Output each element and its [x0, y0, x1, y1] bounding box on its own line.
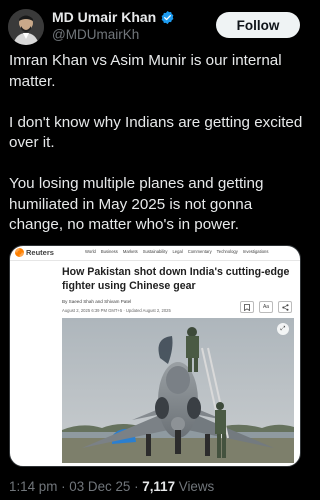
reuters-logo: Reuters: [15, 248, 54, 257]
tweet-post: MD Umair Khan @MDUmairKh Follow Imran Kh…: [0, 0, 310, 500]
tweet-paragraph: I don't know why Indians are getting exc…: [9, 113, 303, 152]
reuters-menu-item: World: [85, 249, 96, 254]
views-label: Views: [175, 479, 215, 494]
reuters-menu-item: Commentary: [187, 249, 212, 254]
bookmark-icon: [240, 301, 254, 313]
text-size-button: Aa: [259, 301, 273, 313]
tweet-paragraph: Imran Khan vs Asim Munir is our internal…: [9, 52, 282, 90]
meta-separator: ·: [57, 479, 70, 494]
reuters-menu-item: Legal: [172, 249, 183, 254]
reuters-menu-item: Sustainability: [142, 249, 168, 254]
article-photo: ⤢: [62, 318, 294, 463]
tweet-text: Imran Khan vs Asim Munir is our internal…: [9, 51, 305, 236]
post-date[interactable]: 03 Dec 25: [69, 479, 130, 494]
reuters-logo-icon: [15, 248, 24, 257]
reuters-menu: World Business Markets Sustainability Le…: [85, 249, 268, 254]
reuters-nav-bar: Reuters World Business Markets Sustainab…: [10, 246, 300, 261]
reuters-menu-item: Technology: [216, 249, 238, 254]
share-icon: [278, 301, 292, 313]
author-name-row[interactable]: MD Umair Khan: [52, 9, 175, 25]
post-meta: 1:14 pm · 03 Dec 25 · 7,117 Views: [9, 479, 214, 494]
expand-icon: ⤢: [277, 323, 289, 335]
author-handle[interactable]: @MDUmairKh: [52, 27, 139, 42]
article-actions: Aa: [240, 301, 292, 313]
tweet-paragraph: You losing multiple planes and getting h…: [9, 175, 264, 233]
reuters-menu-item: Markets: [122, 249, 138, 254]
meta-separator: ·: [130, 479, 143, 494]
article-dateline: August 2, 2025 6:39 PM GMT+5 · Updated A…: [62, 308, 171, 313]
follow-button[interactable]: Follow: [216, 12, 300, 38]
author-display-name[interactable]: MD Umair Khan: [52, 9, 156, 25]
views-count: 7,117: [142, 479, 176, 494]
reuters-logo-text: Reuters: [26, 248, 54, 257]
avatar[interactable]: [8, 9, 44, 45]
article-headline: How Pakistan shot down India's cutting-e…: [62, 266, 290, 292]
verified-badge-icon: [160, 10, 175, 25]
reuters-menu-item: Business: [100, 249, 118, 254]
article-byline: By Saeed Shah and Shivam Patel: [62, 299, 132, 304]
reuters-menu-item: Investigations: [242, 249, 269, 254]
link-preview-card[interactable]: Reuters World Business Markets Sustainab…: [9, 245, 301, 467]
post-time[interactable]: 1:14 pm: [9, 479, 57, 494]
